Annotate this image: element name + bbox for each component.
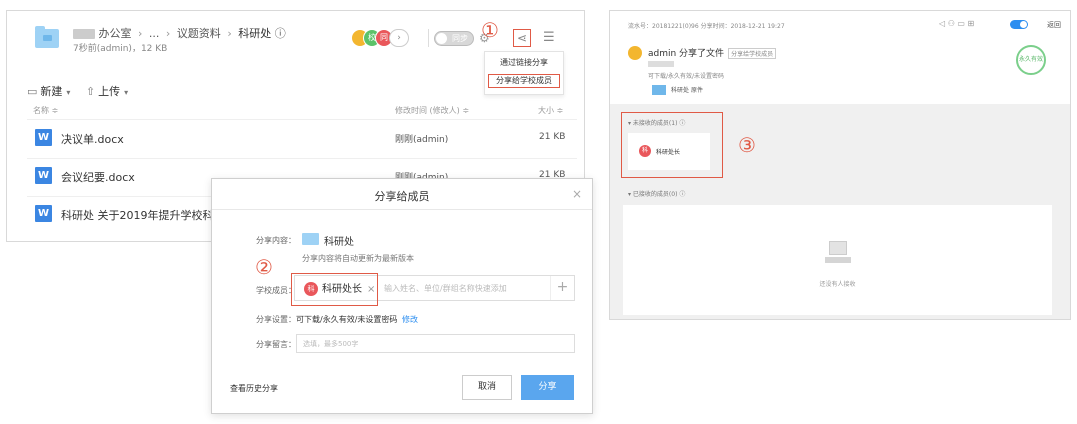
redacted-line [648,61,674,67]
column-header-modified[interactable]: 修改时间 (修改人) ≑ [395,105,469,116]
step-marker-2: ② [255,255,273,279]
sync-label: 同步 [452,34,468,43]
empty-state-icon-base [825,257,851,263]
new-button[interactable]: 新建 [40,85,62,98]
word-doc-icon: W [35,167,52,184]
highlight-box [621,112,723,178]
folder-icon [302,233,319,245]
empty-state-text: 还没有人接收 [819,281,856,288]
content-label: 分享内容： [256,236,296,245]
highlight-box [291,273,378,306]
received-members-area: 还没有人接收 [623,205,1052,315]
sync-toggle[interactable]: 同步 [434,31,474,46]
file-modified: 刚刚(admin) [395,135,449,145]
toggle-switch[interactable] [1010,20,1028,29]
dialog-title: 分享给成员 [374,190,430,203]
share-detail-panel: 流水号：20181221(0)96 分享时间：2018-12-21 19:27 … [609,10,1071,320]
folder-icon [35,26,59,48]
cancel-button[interactable]: 取消 [462,375,512,400]
message-label: 分享留言： [256,340,296,349]
message-input[interactable]: 选填，最多500字 [296,334,575,353]
word-doc-icon: W [35,205,52,222]
setting-value: 可下载/永久有效/未设置密码 [296,315,398,324]
chevron-down-icon[interactable]: ▾ [124,88,128,97]
breadcrumb: 办公室 › ... › 议题资料 › 科研处 ⓘ [73,25,286,41]
file-name[interactable]: 决议单.docx [61,131,124,147]
validity-stamp: 永久有效 [1016,45,1046,75]
back-button[interactable]: 返回 [1047,20,1061,30]
permission-line: 可下载/永久有效/未设置密码 [648,73,725,80]
list-menu-icon[interactable]: ☰ [543,31,555,45]
toolbar: ▭ 新建 ▾ ⇧ 上传 ▾ [27,83,140,99]
file-size: 21 KB [539,132,566,142]
avatar [628,46,642,60]
members-label: 学校成员： [256,286,296,295]
column-header-size[interactable]: 大小 ≑ [538,105,563,116]
step-marker-1: ① [481,18,499,42]
new-folder-icon: ▭ [27,85,38,98]
link-share-option[interactable]: 通过链接分享 [485,57,563,68]
breadcrumb-ellipsis[interactable]: ... [149,27,160,40]
share-icon[interactable]: ⋖ [513,29,531,47]
auto-update-note: 分享内容将自动更新为最新版本 [302,254,414,263]
divider [212,209,592,210]
file-name[interactable]: 会议纪要.docx [61,169,135,185]
share-meta: 流水号：20181221(0)96 分享时间：2018-12-21 19:27 [628,23,785,30]
word-doc-icon: W [35,129,52,146]
share-detail-header: 流水号：20181221(0)96 分享时间：2018-12-21 19:27 … [610,11,1070,104]
edit-setting-link[interactable]: 修改 [402,314,418,325]
share-type-tag: 分享给学校成员 [728,48,777,59]
header-tool-icons[interactable]: ◁ ⚇ ▭ ⊞ [939,19,974,28]
folder-name: 科研处 [671,87,690,94]
chevron-right-icon[interactable]: › [389,29,409,47]
divider [27,158,577,159]
share-button[interactable]: 分享 [521,375,574,400]
empty-state-icon [829,241,847,255]
shared-folder-link[interactable]: 科研处 原件 [671,85,703,94]
add-member-icon[interactable]: + [550,276,574,300]
share-title-text: admin 分享了文件 [648,49,725,59]
member-placeholder: 输入姓名、单位/群组名称快速添加 [384,284,507,293]
divider [27,119,577,120]
folder-tag: 原件 [690,87,703,94]
folder-icon [652,85,666,95]
received-section-label[interactable]: ▾ 已接收的成员(0) ⓘ [628,189,685,198]
share-dialog: 分享给成员 × 分享内容： 科研处 分享内容将自动更新为最新版本 ② 学校成员：… [211,178,593,414]
upload-button[interactable]: 上传 [98,85,120,98]
received-label-text: 已接收的成员(0) ⓘ [632,191,686,198]
close-icon[interactable]: × [572,187,582,201]
upload-icon: ⇧ [85,85,96,98]
divider [428,29,429,47]
setting-label: 分享设置： [256,315,296,324]
step-marker-3: ③ [738,133,756,157]
share-title: admin 分享了文件 分享给学校成员 [648,46,777,59]
folder-sub-info: 7秒前(admin)，12 KB [73,44,168,54]
column-header-name[interactable]: 名称 ≑ [33,105,58,116]
breadcrumb-root[interactable]: 办公室 [99,27,132,40]
table-row[interactable]: W 决议单.docx 刚刚(admin) 21 KB [27,123,577,153]
member-share-option[interactable]: 分享给学校成员 [488,74,560,88]
info-icon[interactable]: ⓘ [275,27,286,40]
share-dropdown: 通过链接分享 分享给学校成员 [484,51,564,95]
history-link[interactable]: 查看历史分享 [230,383,278,394]
breadcrumb-current: 科研处 [238,27,272,40]
breadcrumb-parent[interactable]: 议题资料 [177,27,221,40]
chevron-down-icon[interactable]: ▾ [66,88,70,97]
shared-folder-name: 科研处 [324,237,354,248]
